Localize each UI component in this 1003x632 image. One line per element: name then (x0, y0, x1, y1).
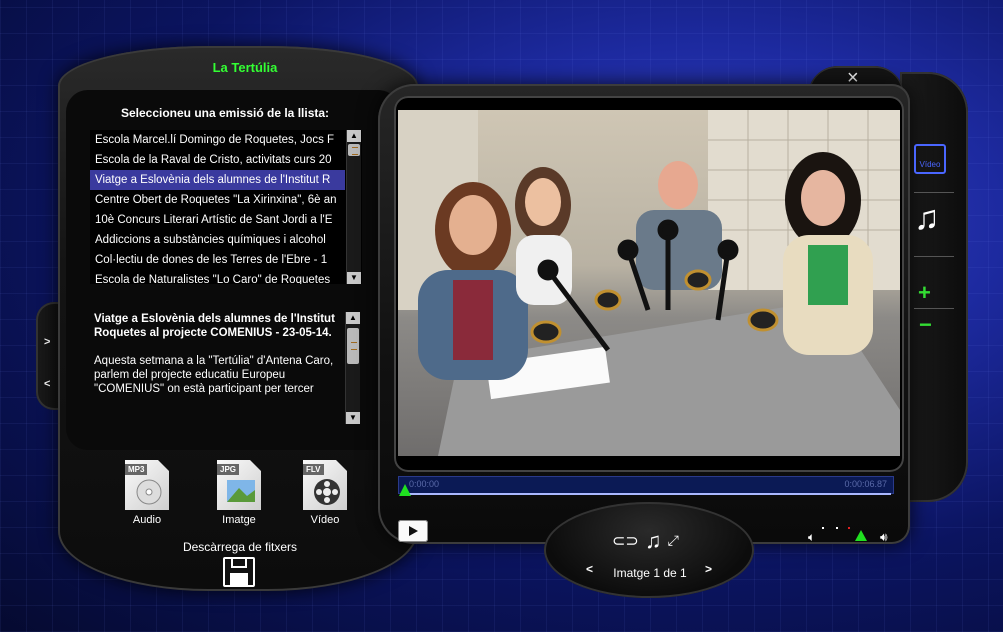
video-file-icon: FLV (303, 460, 347, 510)
volume-low-icon[interactable]: 🔈︎ (808, 530, 815, 545)
list-scrollbar[interactable]: ▲ ▼ (346, 130, 361, 284)
timeline-playhead[interactable] (399, 484, 411, 496)
list-item[interactable]: Escola de Naturalistes "Lo Caro" de Roqu… (90, 270, 345, 284)
list-item-selected[interactable]: Viatge a Eslovènia dels alumnes de l'Ins… (90, 170, 345, 190)
download-image-label: Imatge (222, 514, 256, 526)
zoom-out-button[interactable]: − (919, 312, 932, 338)
episode-list: Escola Marcel.lí Domingo de Roquetes, Jo… (90, 130, 362, 284)
scroll-down-icon[interactable]: ▼ (346, 412, 360, 424)
list-item[interactable]: Escola Marcel.lí Domingo de Roquetes, Jo… (90, 130, 345, 150)
right-rail (900, 72, 968, 502)
save-icon[interactable] (223, 557, 255, 587)
timeline-track (401, 493, 891, 495)
scroll-up-icon[interactable]: ▲ (347, 130, 361, 142)
scroll-down-icon[interactable]: ▼ (347, 272, 361, 284)
fullscreen-icon[interactable]: ⤢ (668, 532, 679, 548)
list-scroll-thumb[interactable] (348, 144, 360, 156)
volume-high-icon[interactable]: 🔊︎ (880, 530, 888, 545)
download-video[interactable]: FLV Vídeo (290, 460, 360, 526)
episode-description: Viatge a Eslovènia dels alumnes de l'Ins… (94, 312, 340, 422)
list-item[interactable]: Col·lectiu de dones de les Terres de l'E… (90, 250, 345, 270)
download-audio[interactable]: MP3 Audio (112, 460, 182, 526)
episode-photo (398, 110, 900, 456)
image-counter: Imatge 1 de 1 (613, 566, 687, 580)
time-elapsed: 0:00:00 (409, 479, 440, 489)
download-image[interactable]: JPG Imatge (204, 460, 274, 526)
list-item[interactable]: Escola de la Raval de Cristo, activitats… (90, 150, 345, 170)
time-total: 0:00:06.87 (844, 479, 887, 489)
prev-image-button[interactable]: < (586, 562, 593, 576)
list-item[interactable]: Centre Obert de Roquetes "La Xirinxina",… (90, 190, 345, 210)
scroll-up-icon[interactable]: ▲ (346, 312, 360, 324)
list-header: Seleccioneu una emissió de la llista: (120, 106, 330, 120)
music-note-icon[interactable]: ♫ (645, 528, 662, 553)
rail-divider (914, 308, 954, 309)
side-prev-button[interactable]: < (44, 378, 50, 390)
zoom-in-button[interactable]: + (918, 280, 931, 306)
image-file-icon: JPG (217, 460, 261, 510)
description-body: Aquesta setmana a la "Tertúlia" d'Antena… (94, 355, 334, 395)
description-scrollbar[interactable]: ▲ ▼ (345, 312, 360, 424)
side-next-button[interactable]: > (44, 336, 50, 348)
rail-divider (914, 192, 954, 193)
list-item[interactable]: 10è Concurs Literari Artístic de Sant Jo… (90, 210, 345, 230)
video-mode-icon[interactable]: Vídeo (914, 144, 946, 174)
volume-slider-handle[interactable] (855, 530, 867, 541)
play-button[interactable] (398, 520, 428, 542)
timeline[interactable]: 0:00:00 0:00:06.87 (398, 476, 894, 495)
description-scroll-thumb[interactable] (347, 328, 359, 364)
list-item[interactable]: Addiccions a substàncies químiques i alc… (90, 230, 345, 250)
program-title: La Tertúlia (212, 60, 278, 75)
next-image-button[interactable]: > (705, 562, 712, 576)
volume-ticks (822, 527, 850, 529)
audio-file-icon: MP3 (125, 460, 169, 510)
downloads-label: Descàrrega de fitxers (182, 540, 298, 554)
rail-divider (914, 256, 954, 257)
link-icon[interactable]: ⊂⊃ (612, 533, 639, 550)
audio-mode-icon[interactable]: ♫ (914, 200, 940, 236)
pod-controls: ⊂⊃ ♫ ⤢ (612, 528, 679, 554)
download-audio-label: Audio (132, 514, 162, 526)
description-title: Viatge a Eslovènia dels alumnes de l'Ins… (94, 313, 335, 339)
download-video-label: Vídeo (310, 514, 340, 526)
